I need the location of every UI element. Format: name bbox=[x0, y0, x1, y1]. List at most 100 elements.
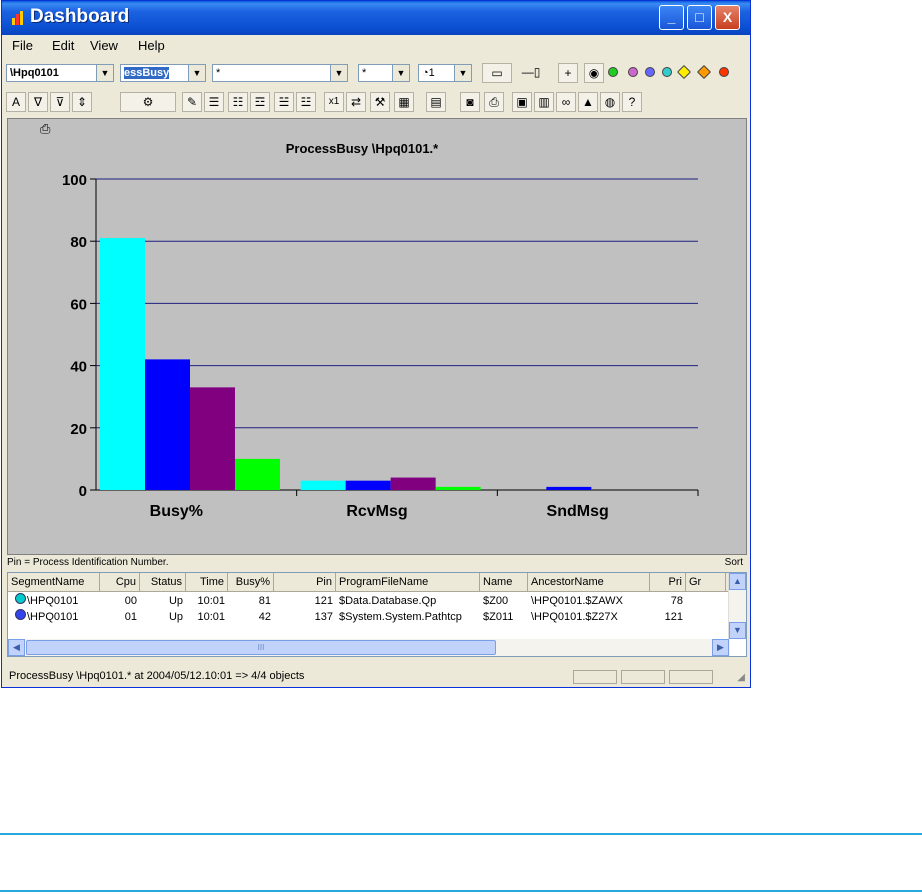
divider-top bbox=[0, 833, 922, 835]
scroll-right-icon[interactable]: ▶ bbox=[712, 639, 729, 656]
orange-warning-icon[interactable] bbox=[696, 64, 712, 80]
list-collapse-icon[interactable]: ☳ bbox=[296, 92, 316, 112]
x-category-label: SndMsg bbox=[547, 503, 609, 520]
status-panel bbox=[621, 670, 665, 684]
chart-plot: ⎙ ProcessBusy \Hpq0101.* 0 20 40 60 80 100 Bus… bbox=[40, 121, 699, 520]
cell-program: $Data.Database.Qp bbox=[339, 595, 437, 607]
camera-icon[interactable]: ◙ bbox=[460, 92, 480, 112]
maximize-button[interactable]: □ bbox=[687, 5, 712, 30]
filter-combo[interactable]: * ▼ bbox=[212, 64, 348, 82]
save-icon[interactable]: ▣ bbox=[512, 92, 532, 112]
x-category-label: RcvMsg bbox=[346, 503, 407, 520]
crosshair-icon[interactable]: + bbox=[558, 63, 578, 83]
bar-rcvmsg-1 bbox=[345, 480, 391, 490]
filter-clear-icon[interactable]: ⊽ bbox=[50, 92, 70, 112]
col-busy[interactable]: Busy% bbox=[228, 573, 274, 591]
grid-icon[interactable]: ▦ bbox=[394, 92, 414, 112]
y-tick-label: 80 bbox=[70, 234, 87, 251]
yellow-warning-icon[interactable] bbox=[676, 64, 692, 80]
wrench-icon[interactable]: ✎ bbox=[182, 92, 202, 112]
col-time[interactable]: Time bbox=[186, 573, 228, 591]
cell-cpu: 01 bbox=[124, 611, 137, 623]
pin-info-bar: Pin = Process Identification Number. Sor… bbox=[7, 557, 747, 571]
scroll-left-icon[interactable]: ◀ bbox=[8, 639, 25, 656]
col-ancestorname[interactable]: AncestorName bbox=[528, 573, 650, 591]
refresh-icon[interactable]: ⇄ bbox=[346, 92, 366, 112]
interval-combo[interactable]: ◔1 ▼ bbox=[418, 64, 472, 82]
shapes-icon[interactable]: ▲ bbox=[578, 92, 598, 112]
process-table: SegmentName Cpu Status Time Busy% Pin Pr… bbox=[7, 572, 747, 657]
red-error-icon[interactable] bbox=[719, 67, 729, 77]
col-pin[interactable]: Pin bbox=[274, 573, 336, 591]
help-icon[interactable]: ? bbox=[622, 92, 642, 112]
col-segmentname[interactable]: SegmentName bbox=[8, 573, 100, 591]
chart-title: ProcessBusy \Hpq0101.* bbox=[286, 141, 439, 156]
cell-status: Up bbox=[168, 595, 183, 607]
col-pri[interactable]: Pri bbox=[650, 573, 686, 591]
status-bar: ProcessBusy \Hpq0101.* at 2004/05/12.10:… bbox=[7, 669, 747, 686]
clock-icon: ◔ bbox=[422, 67, 429, 79]
vertical-scrollbar[interactable]: ▲ ▼ bbox=[728, 573, 746, 639]
chevron-down-icon[interactable]: ▼ bbox=[392, 65, 409, 81]
chart-panel: ⎙ ProcessBusy \Hpq0101.* 0 20 40 60 80 100 Bus… bbox=[7, 118, 747, 555]
cell-name: $Z011 bbox=[483, 611, 514, 623]
close-button[interactable]: X bbox=[715, 5, 740, 30]
list-indent-icon[interactable]: ☷ bbox=[228, 92, 248, 112]
system-combo[interactable]: \Hpq0101 ▼ bbox=[6, 64, 114, 82]
globe-icon[interactable]: ◍ bbox=[600, 92, 620, 112]
y-tick-label: 0 bbox=[79, 483, 87, 500]
y-tick-label: 60 bbox=[70, 296, 87, 313]
blue-status-icon[interactable] bbox=[645, 67, 655, 77]
list-outdent-icon[interactable]: ☲ bbox=[250, 92, 270, 112]
properties-icon[interactable]: ▤ bbox=[426, 92, 446, 112]
sort-label[interactable]: Sort bbox=[725, 557, 743, 568]
green-status-icon[interactable] bbox=[608, 67, 618, 77]
font-icon[interactable]: A bbox=[6, 92, 26, 112]
bar-busy-1 bbox=[145, 359, 190, 490]
filter2-combo[interactable]: * ▼ bbox=[358, 64, 410, 82]
tools-icon[interactable]: ⚒ bbox=[370, 92, 390, 112]
chevron-down-icon[interactable]: ▼ bbox=[330, 65, 347, 81]
resize-grip-icon[interactable]: ◢ bbox=[737, 672, 745, 683]
menu-help[interactable]: Help bbox=[138, 38, 165, 53]
list-expand-icon[interactable]: ☱ bbox=[274, 92, 294, 112]
cell-ancestor: \HPQ0101.$ZAWX bbox=[531, 595, 623, 607]
table-row[interactable]: \HPQ0101 01 Up 10:01 42 137 $System.Syst… bbox=[8, 609, 728, 625]
col-cpu[interactable]: Cpu bbox=[100, 573, 140, 591]
col-name[interactable]: Name bbox=[480, 573, 528, 591]
title-bar[interactable]: Dashboard _ □ X bbox=[2, 1, 750, 35]
scroll-up-icon[interactable]: ▲ bbox=[729, 573, 746, 590]
menu-file[interactable]: File bbox=[12, 38, 33, 53]
print-preview-icon[interactable]: ⎙ bbox=[484, 92, 504, 112]
menu-view[interactable]: View bbox=[90, 38, 118, 53]
minimize-button[interactable]: _ bbox=[659, 5, 684, 30]
status-panel bbox=[573, 670, 617, 684]
sort-icon[interactable]: ⇕ bbox=[72, 92, 92, 112]
col-gr[interactable]: Gr bbox=[686, 573, 726, 591]
dashboard-window: Dashboard _ □ X File Edit View Help \Hpq… bbox=[1, 0, 751, 688]
entity-combo[interactable]: essBusy ▼ bbox=[120, 64, 206, 82]
filter-icon[interactable]: ∇ bbox=[28, 92, 48, 112]
cyan-status-icon[interactable] bbox=[662, 67, 672, 77]
purple-status-icon[interactable] bbox=[628, 67, 638, 77]
monitor-icon[interactable]: ▭ bbox=[482, 63, 512, 83]
list-icon[interactable]: ☰ bbox=[204, 92, 224, 112]
menu-edit[interactable]: Edit bbox=[52, 38, 74, 53]
print-preview-icon[interactable]: ⎙ bbox=[40, 121, 51, 136]
process-icon[interactable]: ⚙ bbox=[120, 92, 176, 112]
scroll-down-icon[interactable]: ▼ bbox=[729, 622, 746, 639]
col-programfilename[interactable]: ProgramFileName bbox=[336, 573, 480, 591]
chevron-down-icon[interactable]: ▼ bbox=[188, 65, 205, 81]
cell-time: 10:01 bbox=[197, 595, 225, 607]
radio-icon[interactable]: ◉ bbox=[584, 63, 604, 83]
chevron-down-icon[interactable]: ▼ bbox=[454, 65, 471, 81]
col-status[interactable]: Status bbox=[140, 573, 186, 591]
binoculars-icon[interactable]: ∞ bbox=[556, 92, 576, 112]
chevron-down-icon[interactable]: ▼ bbox=[96, 65, 113, 81]
table-icon[interactable]: ▥ bbox=[534, 92, 554, 112]
multiply-icon[interactable]: x1 bbox=[324, 92, 344, 112]
horizontal-scrollbar[interactable]: ◀ III ▶ bbox=[8, 639, 730, 656]
table-row[interactable]: \HPQ0101 00 Up 10:01 81 121 $Data.Databa… bbox=[8, 593, 728, 609]
scroll-thumb[interactable]: III bbox=[26, 640, 496, 655]
y-tick-label: 40 bbox=[70, 359, 87, 376]
